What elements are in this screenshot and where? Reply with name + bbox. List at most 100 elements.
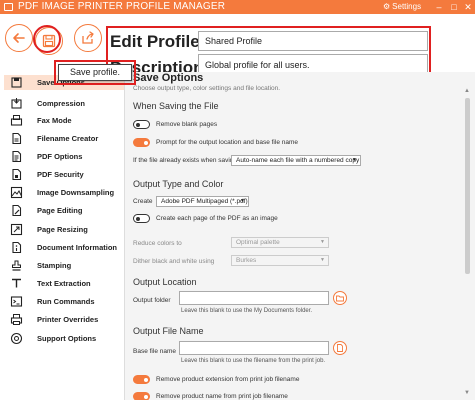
pdf-security-icon [8, 168, 24, 182]
minimize-button[interactable]: – [432, 0, 446, 14]
scroll-down-arrow[interactable]: ▼ [464, 390, 470, 396]
fax-icon [8, 114, 24, 128]
back-button[interactable] [5, 24, 33, 52]
run-commands-icon [8, 295, 24, 309]
output-location-title: Output Location [133, 277, 197, 287]
base-filename-input[interactable] [179, 341, 329, 355]
back-arrow-icon [13, 33, 25, 43]
title-bar: PDF IMAGE PRINTER PROFILE MANAGER ⚙ Sett… [0, 0, 475, 14]
remove-product-name-toggle[interactable] [133, 392, 150, 400]
document-icon [337, 344, 343, 352]
remove-extension-toggle[interactable] [133, 375, 150, 384]
support-icon [8, 332, 24, 346]
page-subtitle: Choose output type, color settings and f… [133, 85, 281, 92]
sidebar-item-label: Run Commands [37, 297, 95, 306]
sidebar-item-pdf-security[interactable]: PDF Security [8, 167, 123, 182]
sidebar-item-run-commands[interactable]: Run Commands [8, 294, 123, 309]
sidebar-item-label: PDF Security [37, 170, 84, 179]
sidebar-item-label: Fax Mode [37, 116, 72, 125]
output-type-title: Output Type and Color [133, 179, 224, 189]
text-extraction-icon [8, 277, 24, 291]
page-title: Save Options [133, 72, 204, 84]
browse-file-button[interactable] [333, 341, 347, 355]
when-saving-title: When Saving the File [133, 101, 219, 111]
sidebar: Save Options Compression Fax Mode Filename … [0, 72, 125, 400]
settings-label: Settings [392, 2, 422, 11]
pdf-options-icon [8, 150, 24, 164]
folder-icon [336, 295, 344, 302]
sidebar-item-stamping[interactable]: Stamping [8, 258, 123, 273]
sidebar-item-pdf-options[interactable]: PDF Options [8, 149, 123, 164]
sidebar-item-label: Support Options [37, 334, 97, 343]
output-folder-label: Output folder [133, 297, 171, 304]
sidebar-item-document-information[interactable]: Document Information [8, 240, 123, 255]
remove-extension-label: Remove product extension from print job … [156, 376, 300, 383]
each-page-image-toggle[interactable] [133, 214, 150, 223]
remove-blank-label: Remove blank pages [156, 121, 218, 128]
page-editing-icon [8, 204, 24, 218]
maximize-button[interactable]: □ [447, 0, 461, 14]
close-button[interactable]: ✕ [461, 0, 475, 14]
sidebar-item-compression[interactable]: Compression [8, 96, 123, 111]
gear-icon: ⚙ [383, 2, 391, 11]
sidebar-item-label: PDF Options [37, 152, 83, 161]
window-title: PDF IMAGE PRINTER PROFILE MANAGER [18, 1, 226, 12]
reduce-colors-label: Reduce colors to [133, 240, 182, 247]
sidebar-item-filename-creator[interactable]: Filename Creator [8, 131, 123, 146]
output-name-title: Output File Name [133, 326, 204, 336]
compression-icon [8, 97, 24, 111]
dither-select[interactable]: Burkes ▼ [231, 255, 329, 266]
file-exists-label: If the file already exists when saving [133, 157, 238, 164]
page-resizing-icon [8, 223, 24, 237]
sidebar-item-printer-overrides[interactable]: Printer Overrides [8, 312, 123, 327]
base-filename-hint: Leave this blank to use the filename fro… [181, 358, 326, 364]
sidebar-item-fax-mode[interactable]: Fax Mode [8, 113, 123, 128]
sidebar-item-page-editing[interactable]: Page Editing [8, 203, 123, 218]
export-button[interactable] [74, 24, 102, 52]
chevron-down-icon: ▼ [320, 257, 325, 263]
save-profile-tooltip: Save profile. [58, 64, 132, 81]
sidebar-item-label: Filename Creator [37, 134, 99, 143]
sidebar-item-text-extraction[interactable]: Text Extraction [8, 276, 123, 291]
downsampling-icon [8, 186, 24, 200]
sidebar-item-image-downsampling[interactable]: Image Downsampling [8, 185, 123, 200]
main-panel: Save Options Choose output type, color s… [125, 72, 475, 400]
remove-blank-toggle[interactable] [133, 120, 150, 129]
edit-profile-label: Edit Profile - [110, 32, 211, 51]
prompt-location-toggle[interactable] [133, 138, 150, 147]
create-select[interactable]: Adobe PDF Multipaged (*.pdf) ▼ [156, 196, 249, 207]
sidebar-item-label: Printer Overrides [37, 315, 99, 324]
sidebar-item-label: Compression [37, 99, 85, 108]
output-folder-input[interactable] [179, 291, 329, 305]
browse-folder-button[interactable] [333, 291, 347, 305]
sidebar-item-label: Stamping [37, 261, 72, 270]
sidebar-item-label: Page Resizing [37, 225, 88, 234]
chevron-down-icon: ▼ [320, 239, 325, 245]
scrollbar-thumb[interactable] [465, 98, 470, 274]
create-value: Adobe PDF Multipaged (*.pdf) [161, 198, 248, 205]
chevron-down-icon: ▼ [352, 157, 357, 163]
file-exists-select[interactable]: Auto-name each file with a numbered copy… [231, 155, 361, 166]
sidebar-item-label: Image Downsampling [37, 188, 115, 197]
printer-icon [8, 313, 24, 327]
sidebar-item-page-resizing[interactable]: Page Resizing [8, 222, 123, 237]
reduce-colors-select[interactable]: Optimal palette ▼ [231, 237, 329, 248]
prompt-location-label: Prompt for the output location and base … [156, 139, 299, 146]
profile-name-field[interactable]: Shared Profile [198, 31, 428, 51]
remove-product-name-label: Remove product name from print job filen… [156, 393, 288, 400]
create-label: Create [133, 198, 153, 205]
output-folder-hint: Leave this blank to use the My Documents… [181, 308, 313, 314]
sidebar-item-support-options[interactable]: Support Options [8, 331, 123, 346]
save-options-icon [8, 76, 24, 90]
app-icon [4, 3, 13, 11]
save-button-highlight [33, 25, 61, 53]
filename-icon [8, 132, 24, 146]
dither-value: Burkes [236, 257, 257, 264]
stamp-icon [8, 259, 24, 273]
export-icon [82, 31, 94, 44]
file-exists-value: Auto-name each file with a numbered copy [236, 157, 360, 164]
dither-label: Dither black and white using [133, 258, 215, 265]
settings-button[interactable]: ⚙ Settings [383, 2, 421, 11]
scroll-up-arrow[interactable]: ▲ [464, 88, 470, 94]
sidebar-item-label: Page Editing [37, 206, 83, 215]
